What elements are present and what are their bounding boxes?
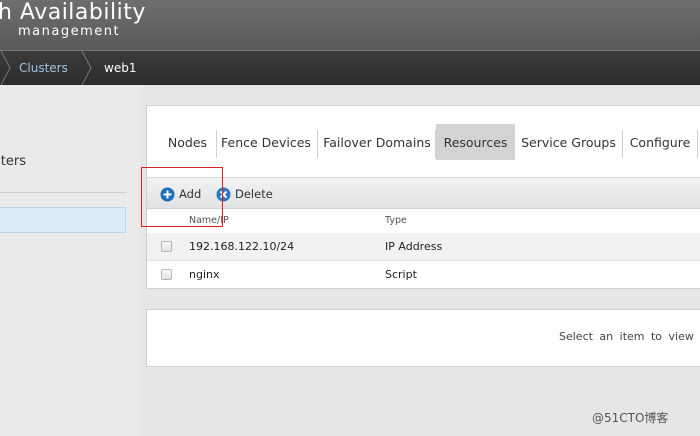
tab-resources[interactable]: Resources	[436, 124, 515, 160]
breadcrumb-separator-icon	[81, 51, 95, 85]
sidebar-item-clusters[interactable]: sters	[0, 154, 26, 169]
tab-separator	[317, 130, 318, 158]
breadcrumb-web1[interactable]: web1	[104, 51, 136, 85]
table-header: Name/IP Type	[147, 209, 700, 233]
table-row[interactable]: 192.168.122.10/24 IP Address	[147, 233, 700, 261]
app-subtitle: management	[18, 24, 121, 39]
breadcrumb-separator-icon	[0, 51, 14, 85]
row-name: nginx	[189, 268, 220, 281]
app-title: h Availability	[0, 0, 146, 25]
tab-separator	[216, 130, 217, 158]
row-type: IP Address	[385, 240, 443, 253]
row-type: Script	[385, 268, 417, 281]
tab-failover-domains[interactable]: Failover Domains	[320, 124, 434, 160]
row-checkbox[interactable]	[161, 241, 172, 252]
tab-configure[interactable]: Configure	[627, 124, 693, 160]
delete-button-label: Delete	[235, 187, 273, 201]
tab-bar: Nodes Fence Devices Failover Domains Res…	[147, 124, 700, 160]
column-header-type[interactable]: Type	[385, 215, 407, 226]
table-row[interactable]: nginx Script	[147, 260, 700, 288]
tab-nodes[interactable]: Nodes	[161, 124, 214, 160]
watermark: @51CTO博客	[592, 411, 669, 425]
resource-toolbar: Add Delete	[147, 177, 700, 209]
delete-button[interactable]: Delete	[216, 185, 273, 203]
detail-placeholder: Select an item to view deta	[559, 330, 700, 343]
tab-separator	[697, 130, 698, 158]
row-checkbox[interactable]	[161, 269, 172, 280]
app-header: h Availability management	[0, 0, 700, 50]
sidebar: sters	[0, 85, 140, 436]
breadcrumb-clusters[interactable]: Clusters	[19, 51, 68, 85]
breadcrumb: Clusters web1	[0, 50, 700, 85]
tab-fence-devices[interactable]: Fence Devices	[218, 124, 314, 160]
resources-panel: Nodes Fence Devices Failover Domains Res…	[146, 105, 700, 289]
tab-service-groups[interactable]: Service Groups	[519, 124, 618, 160]
sidebar-divider	[0, 192, 126, 193]
row-name: 192.168.122.10/24	[189, 240, 295, 253]
sidebar-item-selected[interactable]	[0, 207, 126, 233]
detail-panel: Select an item to view deta	[146, 309, 700, 367]
highlight-annotation	[141, 167, 223, 227]
tab-separator	[622, 130, 623, 158]
